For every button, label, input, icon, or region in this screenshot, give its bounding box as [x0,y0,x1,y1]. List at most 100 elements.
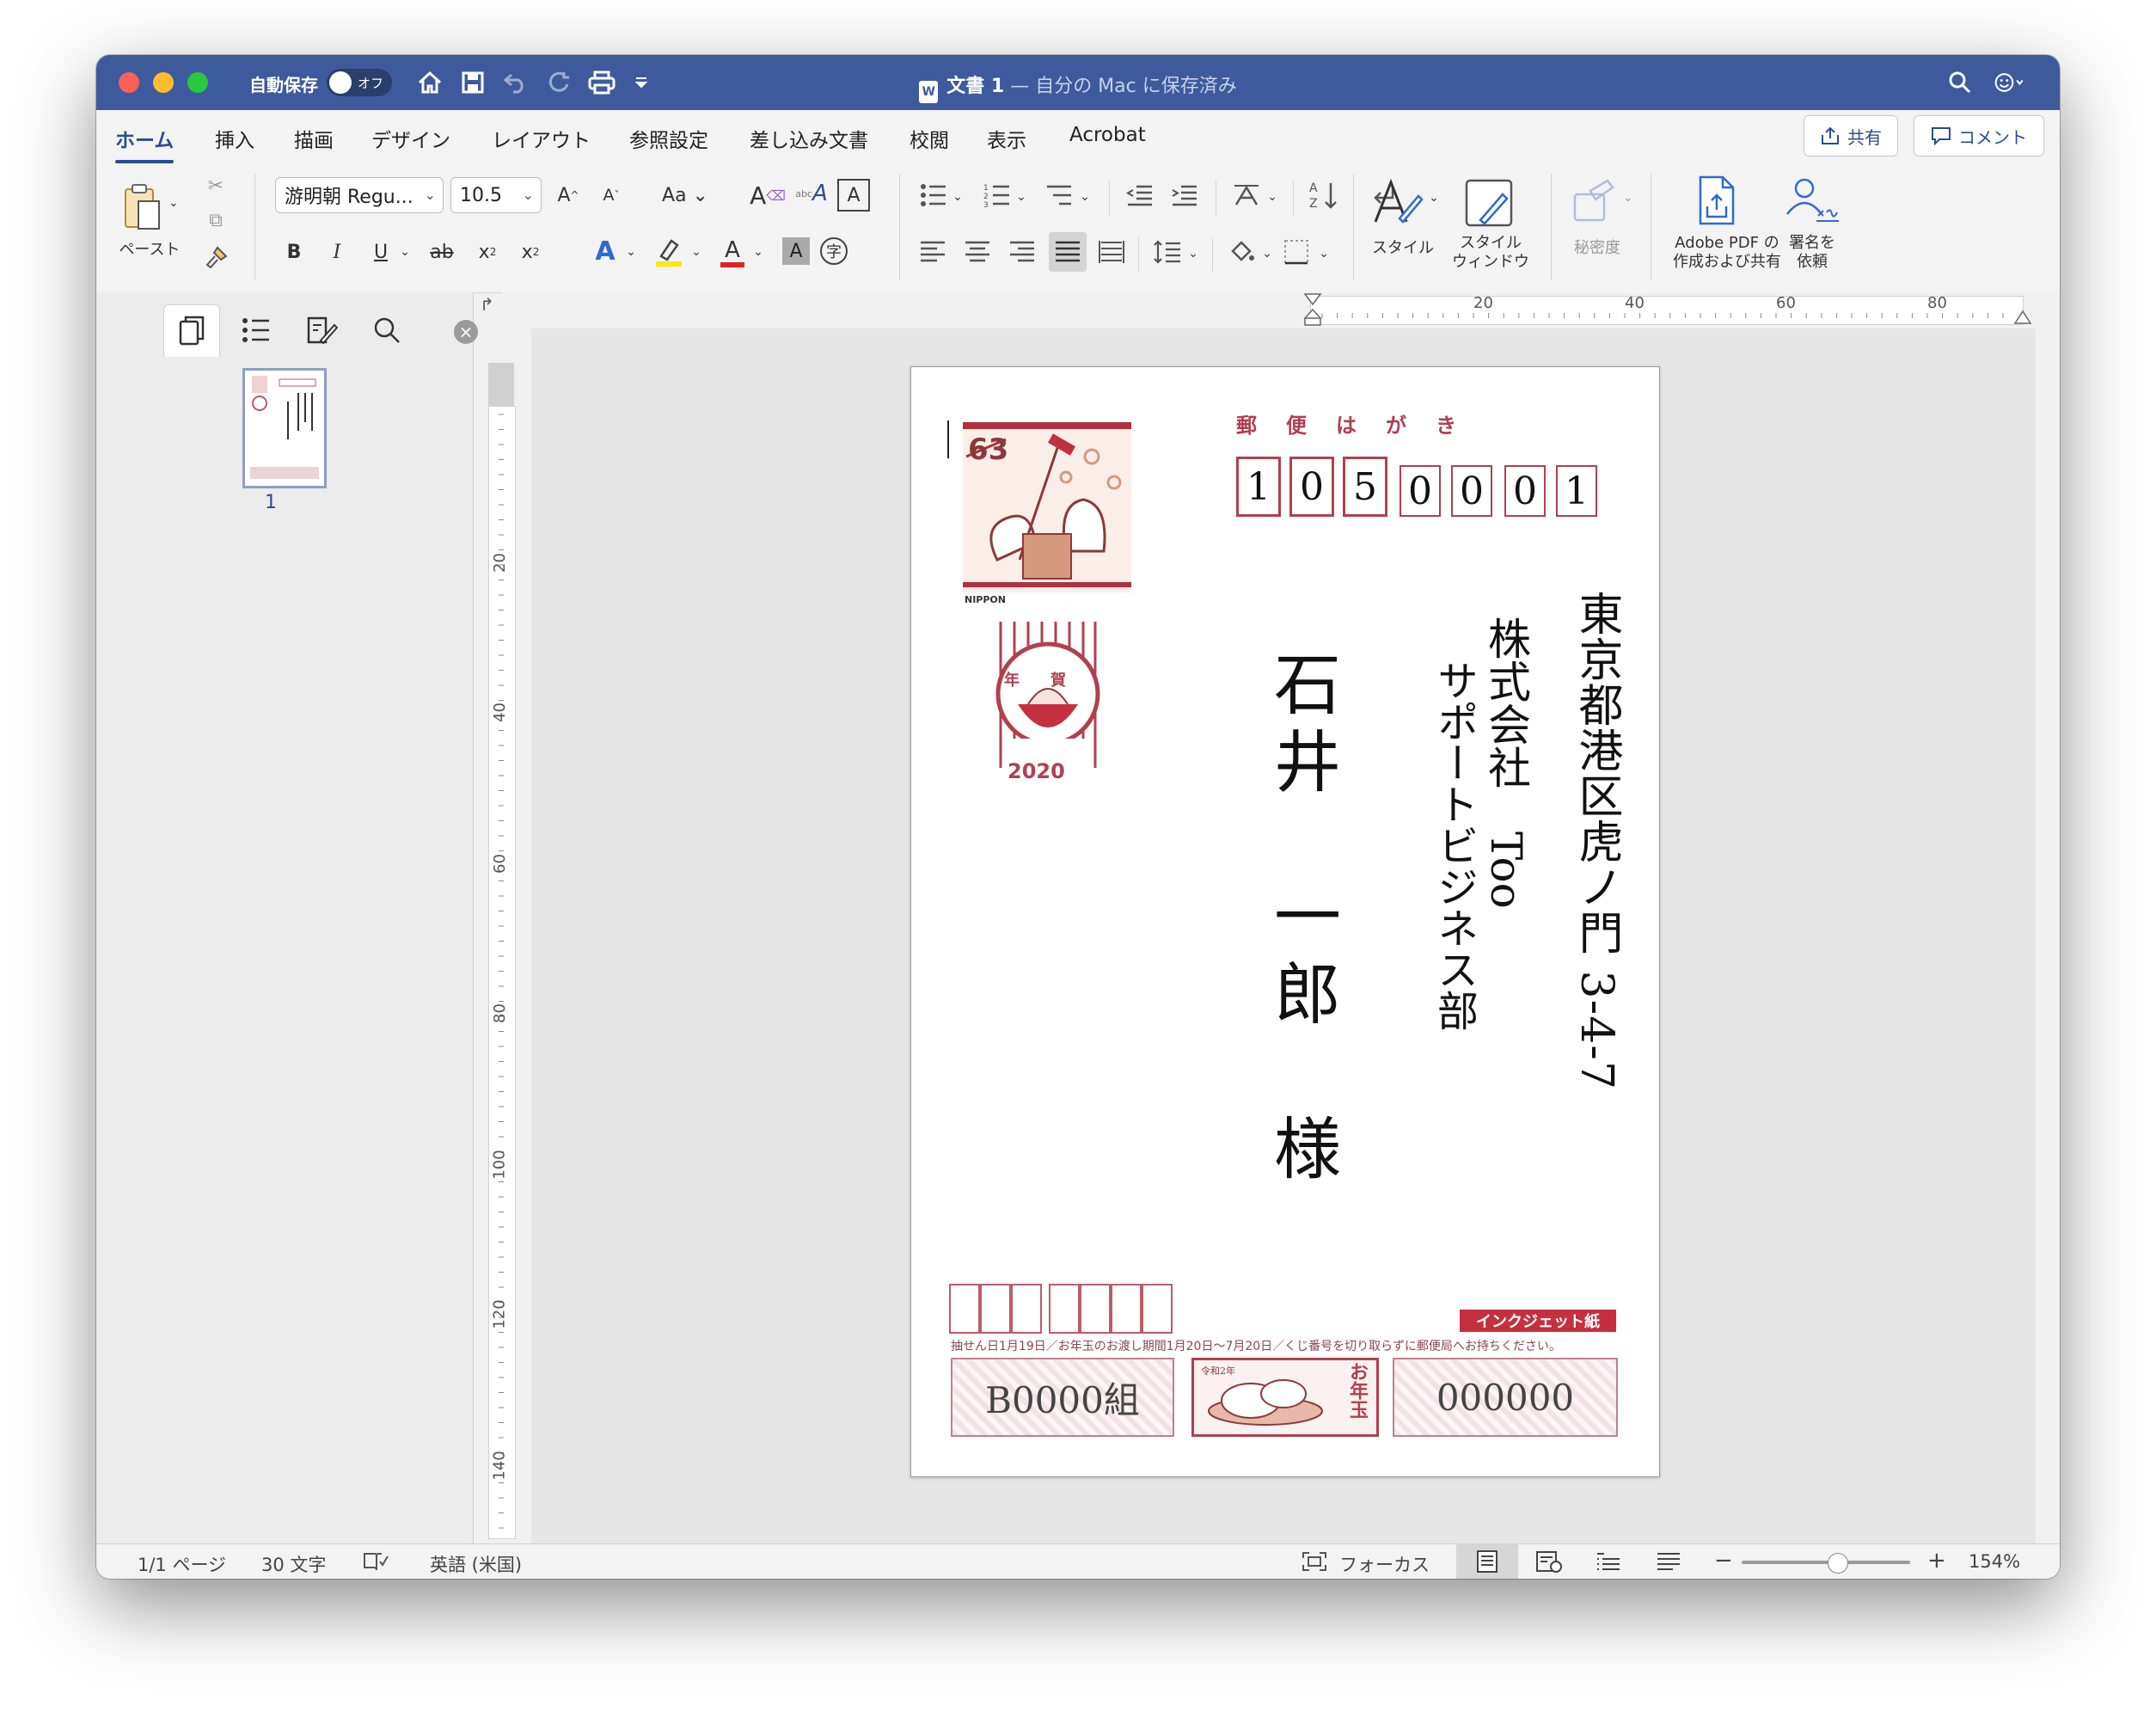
request-signature-icon[interactable] [1783,172,1841,229]
tab-layout[interactable]: レイアウト [492,124,591,153]
zoom-slider[interactable] [1742,1561,1910,1564]
text-direction-icon[interactable] [1229,179,1264,212]
styles-gallery-icon[interactable] [1367,172,1429,234]
shading-icon[interactable] [1224,236,1259,268]
share-button[interactable]: 共有 [1804,115,1898,156]
paste-dropdown-icon[interactable]: ⌄ [168,196,179,210]
comments-button[interactable]: コメント [1914,115,2044,156]
tab-design[interactable]: デザイン [371,124,450,153]
close-pane-icon[interactable]: × [454,320,478,344]
indent-marker-right-icon[interactable] [2013,308,2032,325]
styles-pane-icon[interactable] [1458,172,1520,234]
paste-icon[interactable] [120,181,165,236]
focus-mode-label[interactable]: フォーカス [1339,1551,1430,1577]
grow-font-icon[interactable]: A ^ [552,179,585,212]
numbering-dropdown-icon[interactable]: ⌄ [1014,181,1028,213]
search-icon[interactable] [1945,67,1975,98]
tab-selector-icon[interactable]: ↱ [480,294,494,315]
strikethrough-icon[interactable]: ab [426,236,457,268]
subscript-icon[interactable]: x2 [473,236,502,268]
vertical-ruler[interactable]: 20 40 60 80 100 120 140 [488,328,516,1539]
adobe-pdf-share-icon[interactable] [1688,172,1743,229]
print-layout-view-button[interactable] [1456,1544,1518,1579]
numbering-icon[interactable]: 123 [980,179,1014,212]
borders-icon[interactable] [1279,236,1314,268]
character-shading-icon[interactable]: A [782,237,810,265]
tab-search[interactable] [359,304,414,356]
line-spacing-dropdown-icon[interactable]: ⌄ [1186,237,1200,270]
phonetic-guide-icon[interactable]: abc A [794,175,829,212]
tab-outline[interactable] [229,304,284,356]
font-color-dropdown-icon[interactable]: ⌄ [751,236,765,268]
zoom-percentage[interactable]: 154% [1969,1551,2020,1572]
text-effects-dropdown-icon[interactable]: ⌄ [624,236,638,268]
borders-dropdown-icon[interactable]: ⌄ [1317,237,1331,270]
document-canvas[interactable]: 63 NIPPON 年賀 2020 郵便はがき 1 0 5 0 0 0 1 東京… [531,328,2036,1544]
clear-formatting-icon[interactable]: A ⌫ [750,179,786,212]
tab-comments-pane[interactable] [294,304,349,356]
outline-view-icon[interactable] [1596,1551,1621,1576]
underline-icon[interactable]: U [366,236,395,268]
copy-icon[interactable]: ⧉ [203,206,229,234]
highlight-icon[interactable] [652,234,686,270]
align-right-icon[interactable] [1006,236,1038,268]
sensitivity-dropdown-icon[interactable]: ⌄ [1621,181,1635,215]
decrease-indent-icon[interactable] [1123,179,1157,212]
superscript-icon[interactable]: x2 [516,236,545,268]
justify-icon[interactable] [1049,232,1087,272]
postcard-page[interactable]: 63 NIPPON 年賀 2020 郵便はがき 1 0 5 0 0 0 1 東京… [910,366,1660,1477]
zoom-slider-thumb[interactable] [1828,1553,1848,1574]
format-painter-icon[interactable] [203,242,230,272]
tab-view[interactable]: 表示 [987,124,1026,153]
shrink-font-icon[interactable]: Aˇ [595,179,628,212]
highlight-dropdown-icon[interactable]: ⌄ [689,236,703,268]
text-direction-dropdown-icon[interactable]: ⌄ [1265,181,1279,213]
indent-marker-left-icon[interactable] [1303,292,1322,327]
page-count[interactable]: 1/1 ページ [138,1551,226,1577]
align-center-icon[interactable] [961,236,994,268]
tab-review[interactable]: 校閲 [910,124,949,153]
change-case-icon[interactable]: Aa ⌄ [655,179,715,212]
proofing-icon[interactable] [363,1551,389,1576]
draft-view-icon[interactable] [1656,1551,1681,1576]
bullets-dropdown-icon[interactable]: ⌄ [951,181,965,213]
multilevel-dropdown-icon[interactable]: ⌄ [1078,181,1092,213]
enclose-characters-icon[interactable]: 字 [820,237,848,265]
italic-icon[interactable]: I [323,236,351,268]
multilevel-list-icon[interactable] [1042,179,1076,212]
zoom-out-button[interactable]: − [1714,1548,1733,1574]
ruler-ticks [1321,313,2004,318]
bold-icon[interactable]: B [280,236,308,268]
shading-dropdown-icon[interactable]: ⌄ [1260,237,1274,270]
tab-mailings[interactable]: 差し込み文書 [750,124,868,153]
horizontal-ruler[interactable]: ↱ 20 40 60 80 [480,292,2060,328]
feedback-smiley-icon[interactable] [1994,67,2025,98]
font-color-icon[interactable]: A [715,232,750,272]
tab-acrobat[interactable]: Acrobat [1069,124,1146,146]
cut-icon[interactable]: ✂ [203,172,229,199]
distributed-icon[interactable] [1095,236,1128,268]
sensitivity-icon[interactable] [1568,175,1620,227]
tab-insert[interactable]: 挿入 [215,124,254,153]
bullets-icon[interactable] [916,179,951,212]
zoom-in-button[interactable]: + [1927,1548,1946,1574]
line-spacing-icon[interactable] [1150,236,1185,268]
underline-dropdown-icon[interactable]: ⌄ [397,236,413,268]
tab-draw[interactable]: 描画 [294,124,334,153]
focus-mode-icon[interactable] [1302,1551,1327,1576]
tab-home[interactable]: ホーム [115,124,175,163]
text-effects-icon[interactable]: A [590,234,621,268]
align-left-icon[interactable] [916,236,949,268]
sort-icon[interactable]: AZ [1307,177,1341,213]
character-border-icon[interactable]: A [837,179,870,212]
page-thumbnail[interactable] [242,368,327,488]
word-count[interactable]: 30 文字 [261,1551,326,1577]
font-size-select[interactable]: 10.5 ⌄ [450,177,542,213]
tab-references[interactable]: 参照設定 [629,124,708,153]
increase-indent-icon[interactable] [1167,179,1202,212]
styles-dropdown-icon[interactable]: ⌄ [1427,181,1441,215]
font-name-select[interactable]: 游明朝 Regu... ⌄ [275,177,444,213]
language-indicator[interactable]: 英語 (米国) [430,1551,522,1577]
tab-thumbnails[interactable] [163,304,220,357]
web-layout-icon[interactable] [1535,1551,1563,1578]
